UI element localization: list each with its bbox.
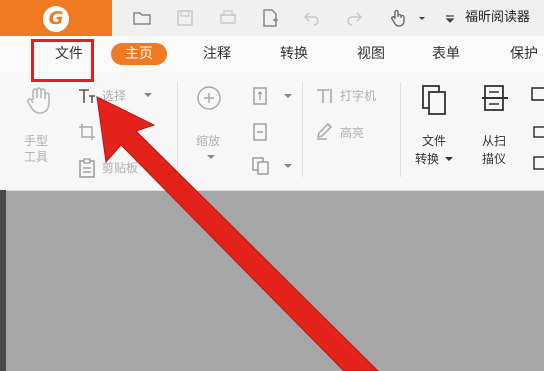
select-text-icon[interactable] — [77, 87, 97, 105]
zoom-icon[interactable] — [196, 85, 224, 113]
file-convert-dropdown-icon[interactable] — [444, 154, 454, 164]
fit-page-icon[interactable] — [252, 87, 268, 105]
hand-tool-label[interactable]: 手型工具 — [24, 133, 52, 165]
select-dropdown-icon[interactable] — [142, 90, 154, 100]
file-convert-label[interactable]: 文件 — [422, 133, 446, 149]
scanner-label-2[interactable]: 描仪 — [482, 151, 506, 167]
hand-tool-icon[interactable] — [25, 85, 53, 115]
app-logo-icon: G — [43, 6, 69, 32]
zoom-dropdown-icon[interactable] — [205, 152, 217, 162]
print-icon[interactable] — [218, 8, 238, 28]
tab-convert[interactable]: 转换 — [272, 36, 316, 72]
hand-cursor-icon[interactable] — [388, 8, 408, 28]
rotate-page-icon[interactable] — [252, 123, 268, 141]
clipboard-icon[interactable] — [78, 158, 96, 178]
select-label[interactable]: 选择 — [102, 88, 126, 104]
clipboard-label[interactable]: 剪贴板 — [102, 160, 138, 176]
typewriter-label[interactable]: 打字机 — [340, 88, 376, 104]
tab-comment[interactable]: 注释 — [195, 36, 239, 72]
tab-protect[interactable]: 保护 — [504, 36, 544, 72]
paint-icon[interactable] — [350, 8, 370, 28]
annotation-highlight-box — [31, 39, 94, 82]
page-view-icon[interactable] — [252, 157, 270, 175]
snapshot-icon[interactable] — [78, 123, 96, 141]
partial-tool-icon[interactable] — [530, 86, 544, 114]
partial-tool-icon-3[interactable] — [532, 155, 544, 171]
highlight-label[interactable]: 高亮 — [340, 125, 364, 141]
ribbon-separator — [177, 82, 178, 177]
dropdown-icon[interactable] — [412, 8, 432, 28]
partial-tool-icon-2[interactable] — [532, 125, 544, 139]
file-convert-icon[interactable] — [420, 84, 450, 116]
highlight-icon[interactable] — [315, 122, 335, 140]
snapshot-label[interactable]: 截图 — [102, 125, 126, 141]
app-title: 福昕阅读器 — [465, 10, 531, 25]
scanner-icon[interactable] — [481, 84, 509, 116]
scanner-label[interactable]: 从扫 — [482, 133, 506, 149]
document-canvas[interactable] — [0, 191, 544, 371]
fit-dropdown-icon[interactable] — [282, 91, 294, 101]
tab-form[interactable]: 表单 — [424, 36, 468, 72]
left-panel-edge — [0, 190, 6, 371]
page-view-dropdown-icon[interactable] — [282, 161, 294, 171]
folder-open-icon[interactable] — [132, 8, 152, 28]
ribbon-separator — [302, 82, 303, 177]
typewriter-icon[interactable] — [315, 87, 335, 105]
tab-home[interactable]: 主页 — [111, 43, 167, 65]
undo-icon[interactable] — [302, 8, 322, 28]
customize-icon[interactable] — [440, 8, 460, 28]
zoom-label[interactable]: 缩放 — [196, 133, 220, 149]
file-convert-label-2[interactable]: 转换 — [415, 151, 439, 167]
save-icon[interactable] — [175, 8, 195, 28]
ribbon-separator — [400, 82, 401, 177]
tab-view[interactable]: 视图 — [349, 36, 393, 72]
new-file-icon[interactable] — [260, 8, 280, 28]
app-logo-tab[interactable]: G — [0, 0, 112, 36]
